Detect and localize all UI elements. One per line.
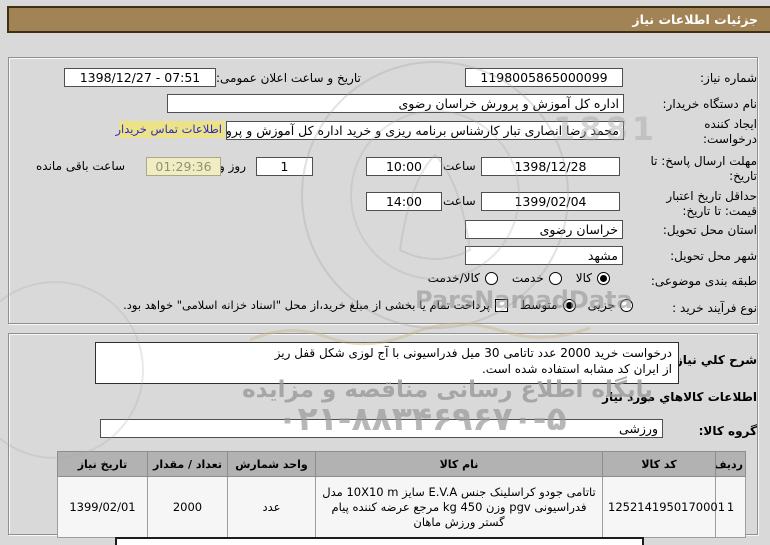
classification-option-service[interactable]: خدمت: [512, 271, 562, 285]
goods-group-label: گروه کالا:: [698, 424, 757, 438]
classification-option-goods[interactable]: کالا: [576, 271, 610, 285]
option-label: کالا: [575, 271, 592, 285]
cell-item-code: 1252141950170001: [602, 476, 725, 538]
reply-deadline-time-field[interactable]: 10:00: [366, 157, 442, 176]
goods-section-title: اطلاعات کالاهاي مورد نیاز: [602, 390, 757, 404]
process-option-medium[interactable]: متوسط: [520, 298, 576, 312]
radio-icon[interactable]: [484, 271, 498, 285]
cell-unit: عدد: [227, 476, 316, 538]
classification-option-goods-service[interactable]: کالا/خدمت: [428, 271, 498, 285]
page-title: جزئیات اطلاعات نیاز: [7, 6, 770, 33]
header-row-number: ردیف: [715, 451, 746, 477]
header-item-name: نام کالا: [315, 451, 603, 477]
header-quantity: تعداد / مقدار: [147, 451, 228, 477]
cell-need-date: 1399/02/01: [57, 476, 148, 538]
delivery-city-label: شهر محل تحویل:: [670, 249, 757, 263]
buyer-contact-link[interactable]: اطلاعات تماس خریدار: [115, 121, 225, 138]
goods-table-row: 1 1252141950170001 تاتامی جودو کراسلینک …: [57, 476, 746, 538]
checkbox-label: پرداخت تمام یا بخشی از مبلغ خرید،از محل …: [123, 298, 490, 312]
option-label: متوسط: [519, 298, 558, 312]
announce-datetime-label: تاریخ و ساعت اعلان عمومی:: [216, 71, 361, 85]
process-option-minor[interactable]: جزیی: [588, 298, 633, 312]
price-validity-hour-label: ساعت: [443, 194, 476, 208]
delivery-city-field[interactable]: مشهد: [465, 246, 623, 265]
option-label: خدمت: [511, 271, 544, 285]
need-number-field[interactable]: 1198005865000099: [465, 68, 623, 87]
days-remaining-field: 1: [256, 157, 313, 176]
bottom-cutoff-box: [115, 537, 644, 545]
price-validity-label: حداقل تاریخ اعتبار قیمت: تا تاریخ:: [666, 189, 757, 218]
description-label: شرح کلي نیاز:: [671, 353, 757, 367]
checkbox-icon[interactable]: [494, 298, 508, 312]
header-item-code: کد کالا: [602, 451, 716, 477]
goods-table-header-row: ردیف کد کالا نام کالا واحد شمارش تعداد /…: [57, 451, 746, 477]
cell-item-name: تاتامی جودو کراسلینک جنس E.V.A سایز 10X1…: [315, 476, 603, 538]
radio-selected-icon[interactable]: [562, 298, 576, 312]
cell-quantity: 2000: [147, 476, 228, 538]
creator-label: ایجاد کننده درخواست:: [703, 117, 757, 146]
option-label: جزیی: [587, 298, 615, 312]
purchase-process-label: نوع فرآیند خرید :: [672, 301, 757, 315]
need-number-label: شماره نیاز:: [700, 71, 757, 85]
classification-label: طبقه بندی موضوعی:: [650, 274, 757, 288]
option-label: کالا/خدمت: [427, 271, 480, 285]
description-textarea[interactable]: درخواست خرید 2000 عدد تاتامی 30 میل فدرا…: [95, 342, 679, 384]
countdown-timer: 01:29:36: [146, 157, 221, 176]
reply-deadline-label: مهلت ارسال پاسخ: تا تاریخ:: [650, 154, 757, 183]
price-validity-date-field[interactable]: 1399/02/04: [481, 192, 620, 211]
radio-icon[interactable]: [548, 271, 562, 285]
reply-deadline-date-field[interactable]: 1398/12/28: [481, 157, 620, 176]
header-need-date: تاریخ نیاز: [57, 451, 148, 477]
delivery-province-field[interactable]: خراسان رضوی: [465, 220, 623, 239]
goods-table: ردیف کد کالا نام کالا واحد شمارش تعداد /…: [57, 451, 746, 538]
reply-deadline-hour-label: ساعت: [443, 159, 476, 173]
buyer-org-label: نام دستگاه خریدار:: [662, 97, 758, 111]
classification-options: کالا خدمت کالا/خدمت: [428, 271, 610, 285]
countdown-suffix-label: ساعت باقی مانده: [36, 159, 126, 173]
buyer-org-field[interactable]: اداره کل آموزش و پرورش خراسان رضوی: [167, 94, 624, 113]
delivery-province-label: استان محل تحویل:: [662, 223, 757, 237]
header-unit: واحد شمارش: [227, 451, 316, 477]
treasury-docs-option[interactable]: پرداخت تمام یا بخشی از مبلغ خرید،از محل …: [123, 298, 508, 312]
purchase-process-options: جزیی متوسط پرداخت تمام یا بخشی از مبلغ خ…: [123, 298, 633, 312]
goods-group-field[interactable]: ورزشی: [100, 419, 663, 438]
radio-icon[interactable]: [620, 298, 633, 312]
announce-datetime-field[interactable]: 1398/12/27 - 07:51: [64, 68, 216, 87]
days-suffix-label: روز و: [219, 159, 246, 173]
need-details-page: جزئیات اطلاعات نیاز شماره نیاز: 11980058…: [0, 0, 770, 545]
creator-field[interactable]: محمد رضا انصاری تبار کارشناس برنامه ریزی…: [226, 121, 624, 140]
radio-selected-icon[interactable]: [597, 271, 610, 285]
price-validity-time-field[interactable]: 14:00: [366, 192, 442, 211]
